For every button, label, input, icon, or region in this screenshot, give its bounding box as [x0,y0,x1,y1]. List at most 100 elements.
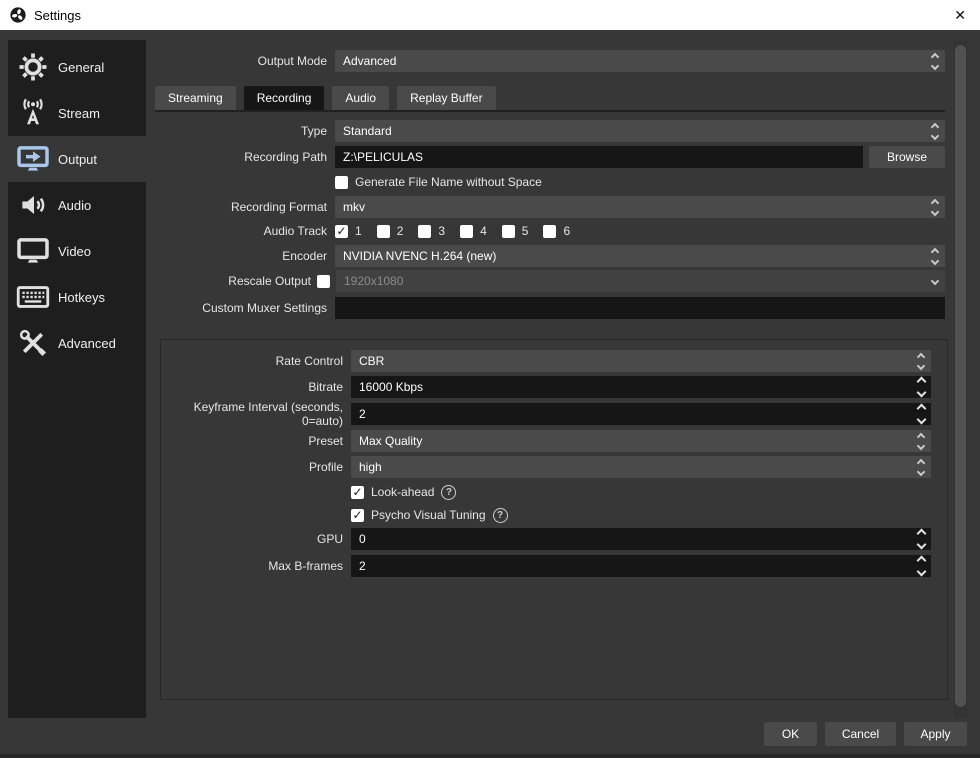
preset-row: Preset Max Quality [166,430,931,452]
look-ahead-label: Look-ahead [371,485,434,499]
recording-path-row: Recording Path Browse [155,146,945,168]
max-bframes-row: Max B-frames 2 [166,555,931,577]
psycho-visual-label: Psycho Visual Tuning [371,508,486,522]
bitrate-value: 16000 Kbps [359,380,423,394]
type-label: Type [155,124,335,138]
audio-track-5-checkbox[interactable] [502,225,515,238]
rescale-value: 1920x1080 [344,274,403,288]
type-select[interactable]: Standard [335,120,945,142]
max-bframes-label: Max B-frames [166,559,351,573]
vertical-scrollbar[interactable] [954,40,967,718]
ok-button[interactable]: OK [764,722,817,746]
recording-format-select[interactable]: mkv [335,196,945,218]
rate-control-select[interactable]: CBR [351,350,931,372]
psycho-visual-checkbox[interactable] [351,509,364,522]
chevron-updown-icon [932,196,938,218]
window-title: Settings [34,8,81,23]
profile-select[interactable]: high [351,456,931,478]
cancel-button[interactable]: Cancel [825,722,896,746]
chevron-updown-icon [932,120,938,142]
chevron-updown-icon [932,50,938,72]
recording-format-row: Recording Format mkv [155,196,945,218]
audio-track-5: 5 [502,224,529,238]
sidebar-item-output[interactable]: Output [8,136,146,182]
audio-track-3-checkbox[interactable] [418,225,431,238]
broadcast-icon [16,98,50,128]
keyframe-value: 2 [359,407,366,421]
audio-track-3: 3 [418,224,445,238]
recording-format-value: mkv [343,200,365,214]
max-bframes-spinbox[interactable]: 2 [351,555,931,577]
dialog-footer: OK Cancel Apply [764,722,967,746]
sidebar-item-video[interactable]: Video [8,228,146,274]
rescale-row: Rescale Output 1920x1080 [155,270,945,292]
sidebar-item-general[interactable]: General [8,44,146,90]
keyframe-label: Keyframe Interval (seconds, 0=auto) [166,400,351,428]
output-mode-value: Advanced [343,54,396,68]
recording-path-label: Recording Path [155,150,335,164]
audio-track-6-checkbox[interactable] [543,225,556,238]
encoder-row: Encoder NVIDIA NVENC H.264 (new) [155,245,945,267]
encoder-select[interactable]: NVIDIA NVENC H.264 (new) [335,245,945,267]
output-mode-select[interactable]: Advanced [335,50,945,72]
close-icon[interactable]: ✕ [954,7,966,23]
muxer-input[interactable] [335,297,945,319]
audio-track-2-checkbox[interactable] [377,225,390,238]
monitor-icon [16,237,50,265]
gpu-label: GPU [166,532,351,546]
sidebar-item-advanced[interactable]: Advanced [8,320,146,366]
encoder-label: Encoder [155,249,335,263]
apply-button[interactable]: Apply [904,722,967,746]
audio-track-1-checkbox[interactable] [335,225,348,238]
spinner-arrows-icon[interactable] [918,403,925,425]
audio-track-1: 1 [335,224,362,238]
output-tabs: Streaming Recording Audio Replay Buffer [155,86,496,110]
rescale-select[interactable]: 1920x1080 [336,270,945,292]
bitrate-row: Bitrate 16000 Kbps [166,376,931,398]
gpu-spinbox[interactable]: 0 [351,528,931,550]
tab-streaming[interactable]: Streaming [155,86,236,110]
settings-sidebar: General Stream Output [8,40,146,718]
encoder-settings-group: Rate Control CBR Bitrate 16000 Kbps Keyf… [160,339,948,700]
audio-track-4: 4 [460,224,487,238]
browse-button[interactable]: Browse [869,146,945,168]
spinner-arrows-icon[interactable] [918,376,925,398]
sidebar-item-label: Output [58,152,97,167]
tab-audio[interactable]: Audio [332,86,389,110]
titlebar: Settings ✕ [0,0,980,30]
rescale-checkbox[interactable] [317,275,330,288]
tab-recording[interactable]: Recording [244,86,325,110]
sidebar-item-audio[interactable]: Audio [8,182,146,228]
sidebar-item-stream[interactable]: Stream [8,90,146,136]
audio-track-4-checkbox[interactable] [460,225,473,238]
encoder-value: NVIDIA NVENC H.264 (new) [343,249,496,263]
recording-path-input[interactable] [335,146,863,168]
chevron-updown-icon [932,245,938,267]
preset-label: Preset [166,434,351,448]
preset-value: Max Quality [359,434,422,448]
keyframe-row: Keyframe Interval (seconds, 0=auto) 2 [166,403,931,425]
muxer-label: Custom Muxer Settings [155,301,335,315]
sidebar-item-hotkeys[interactable]: Hotkeys [8,274,146,320]
chevron-updown-icon [918,456,924,478]
help-icon[interactable]: ? [493,508,508,523]
keyframe-spinbox[interactable]: 2 [351,403,931,425]
rescale-label: Rescale Output [155,274,317,288]
output-mode-row: Output Mode Advanced [155,50,945,72]
audio-track-2: 2 [377,224,404,238]
spinner-arrows-icon[interactable] [918,555,925,577]
tab-replay-buffer[interactable]: Replay Buffer [397,86,496,110]
output-mode-label: Output Mode [155,54,335,68]
look-ahead-checkbox[interactable] [351,486,364,499]
no-space-row: Generate File Name without Space [155,174,945,190]
muxer-row: Custom Muxer Settings [155,297,945,319]
help-icon[interactable]: ? [441,485,456,500]
gear-icon [16,52,50,82]
profile-row: Profile high [166,456,931,478]
spinner-arrows-icon[interactable] [918,528,925,550]
scrollbar-handle[interactable] [955,45,966,707]
preset-select[interactable]: Max Quality [351,430,931,452]
no-space-checkbox[interactable] [335,176,348,189]
bitrate-spinbox[interactable]: 16000 Kbps [351,376,931,398]
sidebar-item-label: Video [58,244,91,259]
